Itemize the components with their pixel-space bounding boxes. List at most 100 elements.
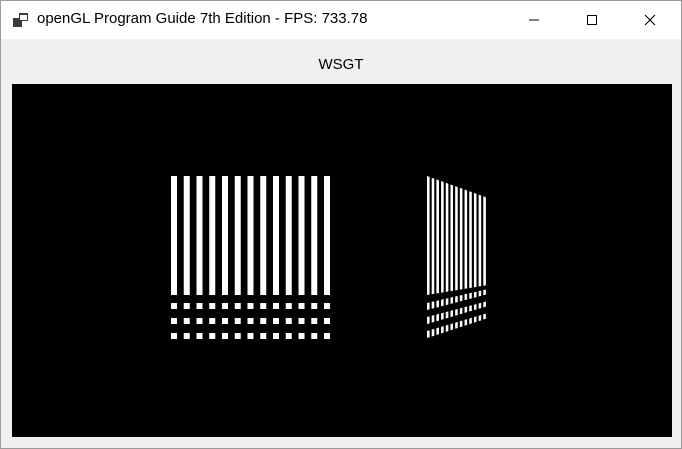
right-stripe	[478, 194, 482, 287]
left-stripe	[196, 176, 203, 295]
app-window-icon	[13, 12, 29, 28]
left-stripe	[222, 176, 228, 295]
right-stripe	[483, 196, 486, 286]
right-dash	[473, 304, 477, 311]
right-dash	[441, 299, 444, 307]
right-dash	[431, 315, 435, 323]
right-dash	[455, 308, 458, 316]
left-dash	[311, 318, 318, 324]
minimize-icon	[529, 19, 539, 21]
right-dash	[464, 319, 468, 326]
left-dash	[171, 333, 177, 339]
right-dash	[436, 300, 439, 308]
left-dash	[234, 333, 241, 339]
left-dash	[196, 333, 203, 339]
minimize-button[interactable]	[505, 1, 563, 39]
right-dash	[431, 301, 435, 309]
left-dash	[209, 318, 216, 324]
right-stripe	[450, 184, 454, 292]
right-dash	[478, 290, 482, 297]
left-stripe	[247, 176, 254, 295]
right-dash	[441, 326, 444, 334]
left-stripe	[285, 176, 292, 295]
maximize-icon	[587, 15, 597, 25]
left-dash	[260, 303, 267, 309]
left-stripe	[324, 176, 330, 295]
right-dash	[469, 317, 472, 325]
right-stripe	[445, 182, 449, 292]
right-stripe	[455, 186, 458, 291]
right-stripe	[459, 187, 463, 290]
right-dash	[473, 291, 477, 298]
right-dash	[436, 313, 439, 322]
close-icon	[644, 14, 656, 26]
left-dash	[222, 303, 228, 309]
left-dash	[324, 303, 330, 309]
left-dash	[171, 318, 177, 324]
right-dash	[459, 320, 463, 328]
left-dash	[247, 333, 254, 339]
content-label: WSGT	[318, 56, 364, 73]
left-dash	[285, 303, 292, 309]
right-stripe	[431, 177, 435, 295]
right-dash	[459, 307, 463, 315]
left-dash	[196, 318, 203, 324]
left-dash	[183, 303, 190, 309]
left-dash	[298, 318, 305, 324]
left-dash	[234, 318, 241, 324]
title-bar[interactable]: openGL Program Guide 7th Edition - FPS: …	[1, 1, 681, 39]
client-area: WSGT	[1, 39, 681, 448]
right-stripe	[427, 176, 430, 295]
right-dash	[445, 324, 449, 332]
right-stripe	[473, 192, 477, 288]
right-dash	[459, 294, 463, 302]
left-dash	[222, 318, 228, 324]
right-dash	[478, 302, 482, 309]
left-stripe	[311, 176, 318, 295]
left-dash	[311, 333, 318, 339]
left-dash	[298, 333, 305, 339]
left-stripe	[273, 176, 279, 295]
right-dash	[445, 311, 449, 319]
left-dash	[324, 333, 330, 339]
left-dash	[311, 303, 318, 309]
left-dash	[260, 333, 267, 339]
left-dash	[273, 303, 279, 309]
right-dash	[427, 302, 430, 310]
right-dash	[464, 306, 468, 313]
left-dash	[222, 333, 228, 339]
rendered-scene	[171, 176, 486, 339]
left-dash	[298, 303, 305, 309]
right-dash	[450, 297, 454, 304]
right-dash	[427, 330, 430, 338]
right-dash	[450, 323, 454, 331]
left-stripe	[171, 176, 177, 295]
left-dash	[196, 303, 203, 309]
right-dash	[455, 321, 458, 329]
left-dash	[171, 303, 177, 309]
maximize-button[interactable]	[563, 1, 621, 39]
left-dash	[209, 303, 216, 309]
right-dash	[455, 295, 458, 303]
right-dash	[436, 327, 439, 335]
right-dash	[464, 293, 468, 301]
right-dash	[483, 289, 486, 296]
left-dash	[260, 318, 267, 324]
left-dash	[234, 303, 241, 309]
left-dash	[183, 333, 190, 339]
left-dash	[183, 318, 190, 324]
left-dash	[209, 333, 216, 339]
right-dash	[483, 301, 486, 308]
right-dash	[483, 313, 486, 320]
left-stripe	[298, 176, 305, 295]
opengl-viewport[interactable]	[12, 84, 672, 437]
left-stripe	[209, 176, 216, 295]
right-stripe	[436, 179, 439, 294]
left-dash	[273, 318, 279, 324]
right-dash	[473, 316, 477, 323]
left-dash	[285, 318, 292, 324]
left-stripe	[260, 176, 267, 295]
right-dash	[427, 316, 430, 324]
close-button[interactable]	[621, 1, 679, 39]
right-dash	[469, 292, 472, 299]
